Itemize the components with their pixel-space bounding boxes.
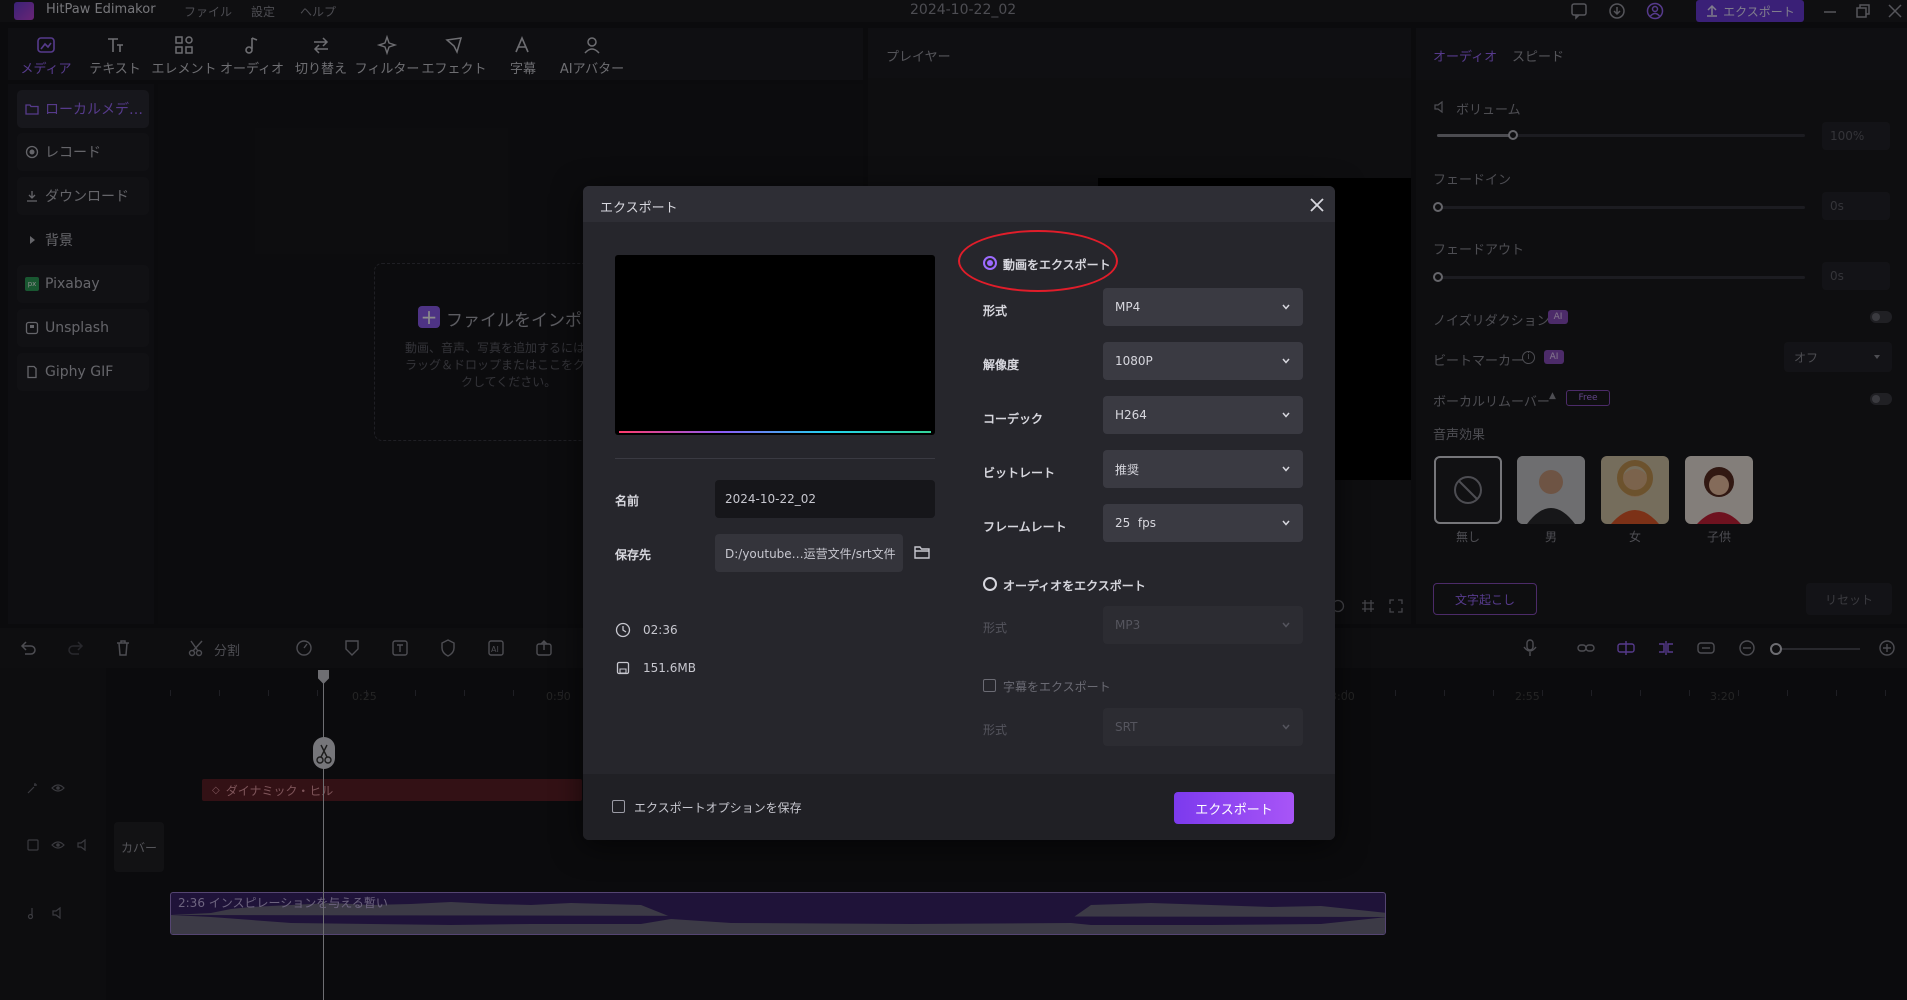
export-dialog-title: エクスポート [600, 201, 678, 216]
chevron-down-icon [1282, 304, 1290, 310]
chevron-down-icon [1282, 520, 1290, 526]
folder-open-icon[interactable] [913, 543, 931, 561]
export-dialog-header [583, 186, 1335, 222]
audio-format-label: 形式 [983, 621, 1008, 635]
export-button[interactable]: エクスポート [1174, 792, 1294, 824]
chevron-down-icon [1282, 724, 1290, 730]
codec-label: コーデック [983, 412, 1044, 426]
codec-value: H264 [1115, 408, 1147, 422]
preview-progress-bar [619, 431, 931, 433]
chevron-down-icon [1282, 466, 1290, 472]
resolution-value: 1080P [1115, 354, 1153, 368]
subtitle-export-checkbox[interactable] [983, 679, 996, 692]
format-select[interactable]: MP4 [1103, 288, 1303, 326]
chevron-down-icon [1282, 622, 1290, 628]
name-input[interactable]: 2024-10-22_02 [715, 480, 935, 518]
format-label: 形式 [983, 304, 1008, 318]
export-preview [615, 255, 935, 435]
resolution-label: 解像度 [983, 358, 1020, 372]
save-location-label: 保存先 [615, 548, 652, 562]
bitrate-label: ビットレート [983, 466, 1056, 480]
subtitle-format-select[interactable]: SRT [1103, 708, 1303, 746]
chevron-down-icon [1282, 412, 1290, 418]
audio-export-label[interactable]: オーディオをエクスポート [1003, 577, 1146, 594]
framerate-label: フレームレート [983, 520, 1067, 534]
resolution-select[interactable]: 1080P [1103, 342, 1303, 380]
subtitle-format-value: SRT [1115, 720, 1138, 734]
name-label: 名前 [615, 494, 640, 508]
close-icon[interactable] [1308, 196, 1326, 214]
chevron-down-icon [1282, 358, 1290, 364]
video-export-label[interactable]: 動画をエクスポート [1003, 256, 1111, 273]
codec-select[interactable]: H264 [1103, 396, 1303, 434]
framerate-select[interactable]: 25 fps [1103, 504, 1303, 542]
format-value: MP4 [1115, 300, 1141, 314]
divider [615, 458, 935, 459]
save-options-label[interactable]: エクスポートオプションを保存 [634, 799, 802, 816]
bitrate-select[interactable]: 推奨 [1103, 450, 1303, 488]
framerate-value: 25 fps [1115, 516, 1156, 530]
subtitle-format-label: 形式 [983, 723, 1008, 737]
export-button-label: エクスポート [1195, 802, 1273, 818]
clock-icon [615, 622, 631, 638]
duration-value: 02:36 [643, 623, 678, 637]
audio-format-select[interactable]: MP3 [1103, 606, 1303, 644]
save-options-checkbox[interactable] [612, 800, 625, 813]
audio-format-value: MP3 [1115, 618, 1141, 632]
save-location-input[interactable]: D:/youtube…运营文件/srt文件 [715, 534, 903, 572]
video-export-radio[interactable] [983, 256, 997, 270]
audio-export-radio[interactable] [983, 577, 997, 591]
file-size-value: 151.6MB [643, 661, 696, 675]
subtitle-export-label[interactable]: 字幕をエクスポート [1003, 678, 1111, 695]
file-size-icon [615, 660, 631, 676]
bitrate-value: 推奨 [1115, 462, 1140, 477]
